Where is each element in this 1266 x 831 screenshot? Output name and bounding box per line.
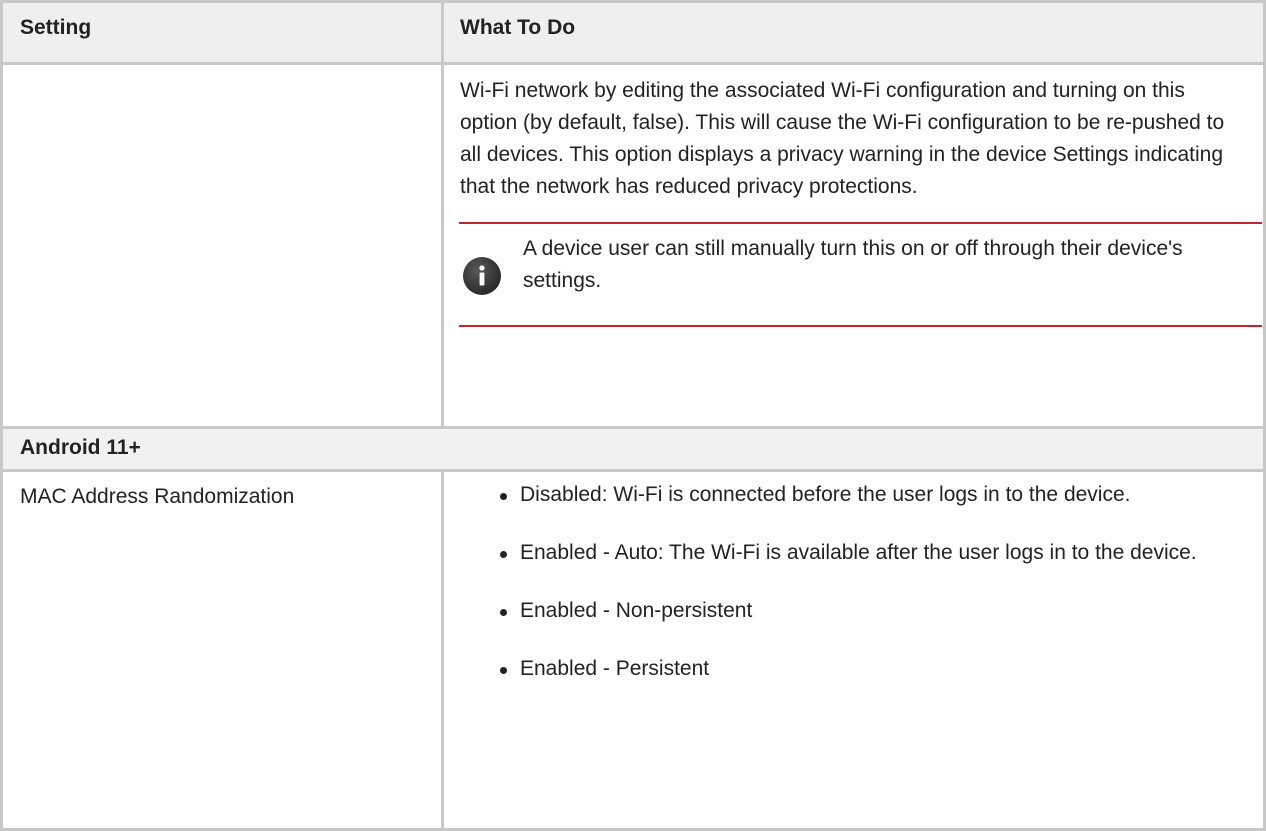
table-row-continued: Wi-Fi network by editing the associated … (0, 62, 1266, 429)
note-box: A device user can still manually turn th… (459, 222, 1262, 327)
bullet-icon (500, 493, 507, 500)
settings-table: Setting What To Do Wi-Fi network by edit… (0, 0, 1266, 831)
what-to-do-cell: Wi-Fi network by editing the associated … (441, 62, 1266, 429)
list-item-text: Enabled - Non-persistent (520, 599, 753, 622)
list-item: Disabled: Wi-Fi is connected before the … (444, 479, 1263, 511)
list-item: Enabled - Non-persistent (444, 595, 1263, 627)
section-label: Android 11+ (20, 436, 141, 459)
list-item: Enabled - Persistent (444, 653, 1263, 685)
options-list: Disabled: Wi-Fi is connected before the … (444, 472, 1263, 685)
setting-name: MAC Address Randomization (20, 485, 295, 508)
list-item: Enabled - Auto: The Wi-Fi is available a… (444, 537, 1263, 569)
list-item-text: Enabled - Persistent (520, 657, 710, 680)
options-cell: Disabled: Wi-Fi is connected before the … (441, 469, 1266, 831)
header-what-to-do-label: What To Do (460, 16, 576, 39)
table-header-row: Setting What To Do (0, 0, 1266, 65)
info-icon (463, 257, 501, 295)
bullet-icon (500, 667, 507, 674)
list-item-text: Disabled: Wi-Fi is connected before the … (520, 483, 1131, 506)
setting-cell-empty (0, 62, 444, 429)
list-item-text: Enabled - Auto: The Wi-Fi is available a… (520, 541, 1197, 564)
section-row-android: Android 11+ (0, 426, 1266, 472)
setting-cell: MAC Address Randomization (0, 469, 444, 831)
bullet-icon (500, 609, 507, 616)
header-setting: Setting (0, 0, 444, 65)
section-cell: Android 11+ (0, 426, 1266, 472)
note-text: A device user can still manually turn th… (523, 237, 1183, 292)
header-setting-label: Setting (20, 16, 92, 39)
description-paragraph: Wi-Fi network by editing the associated … (460, 79, 1225, 198)
header-what-to-do: What To Do (441, 0, 1266, 65)
table-row-mac: MAC Address Randomization Disabled: Wi-F… (0, 469, 1266, 831)
bullet-icon (500, 551, 507, 558)
